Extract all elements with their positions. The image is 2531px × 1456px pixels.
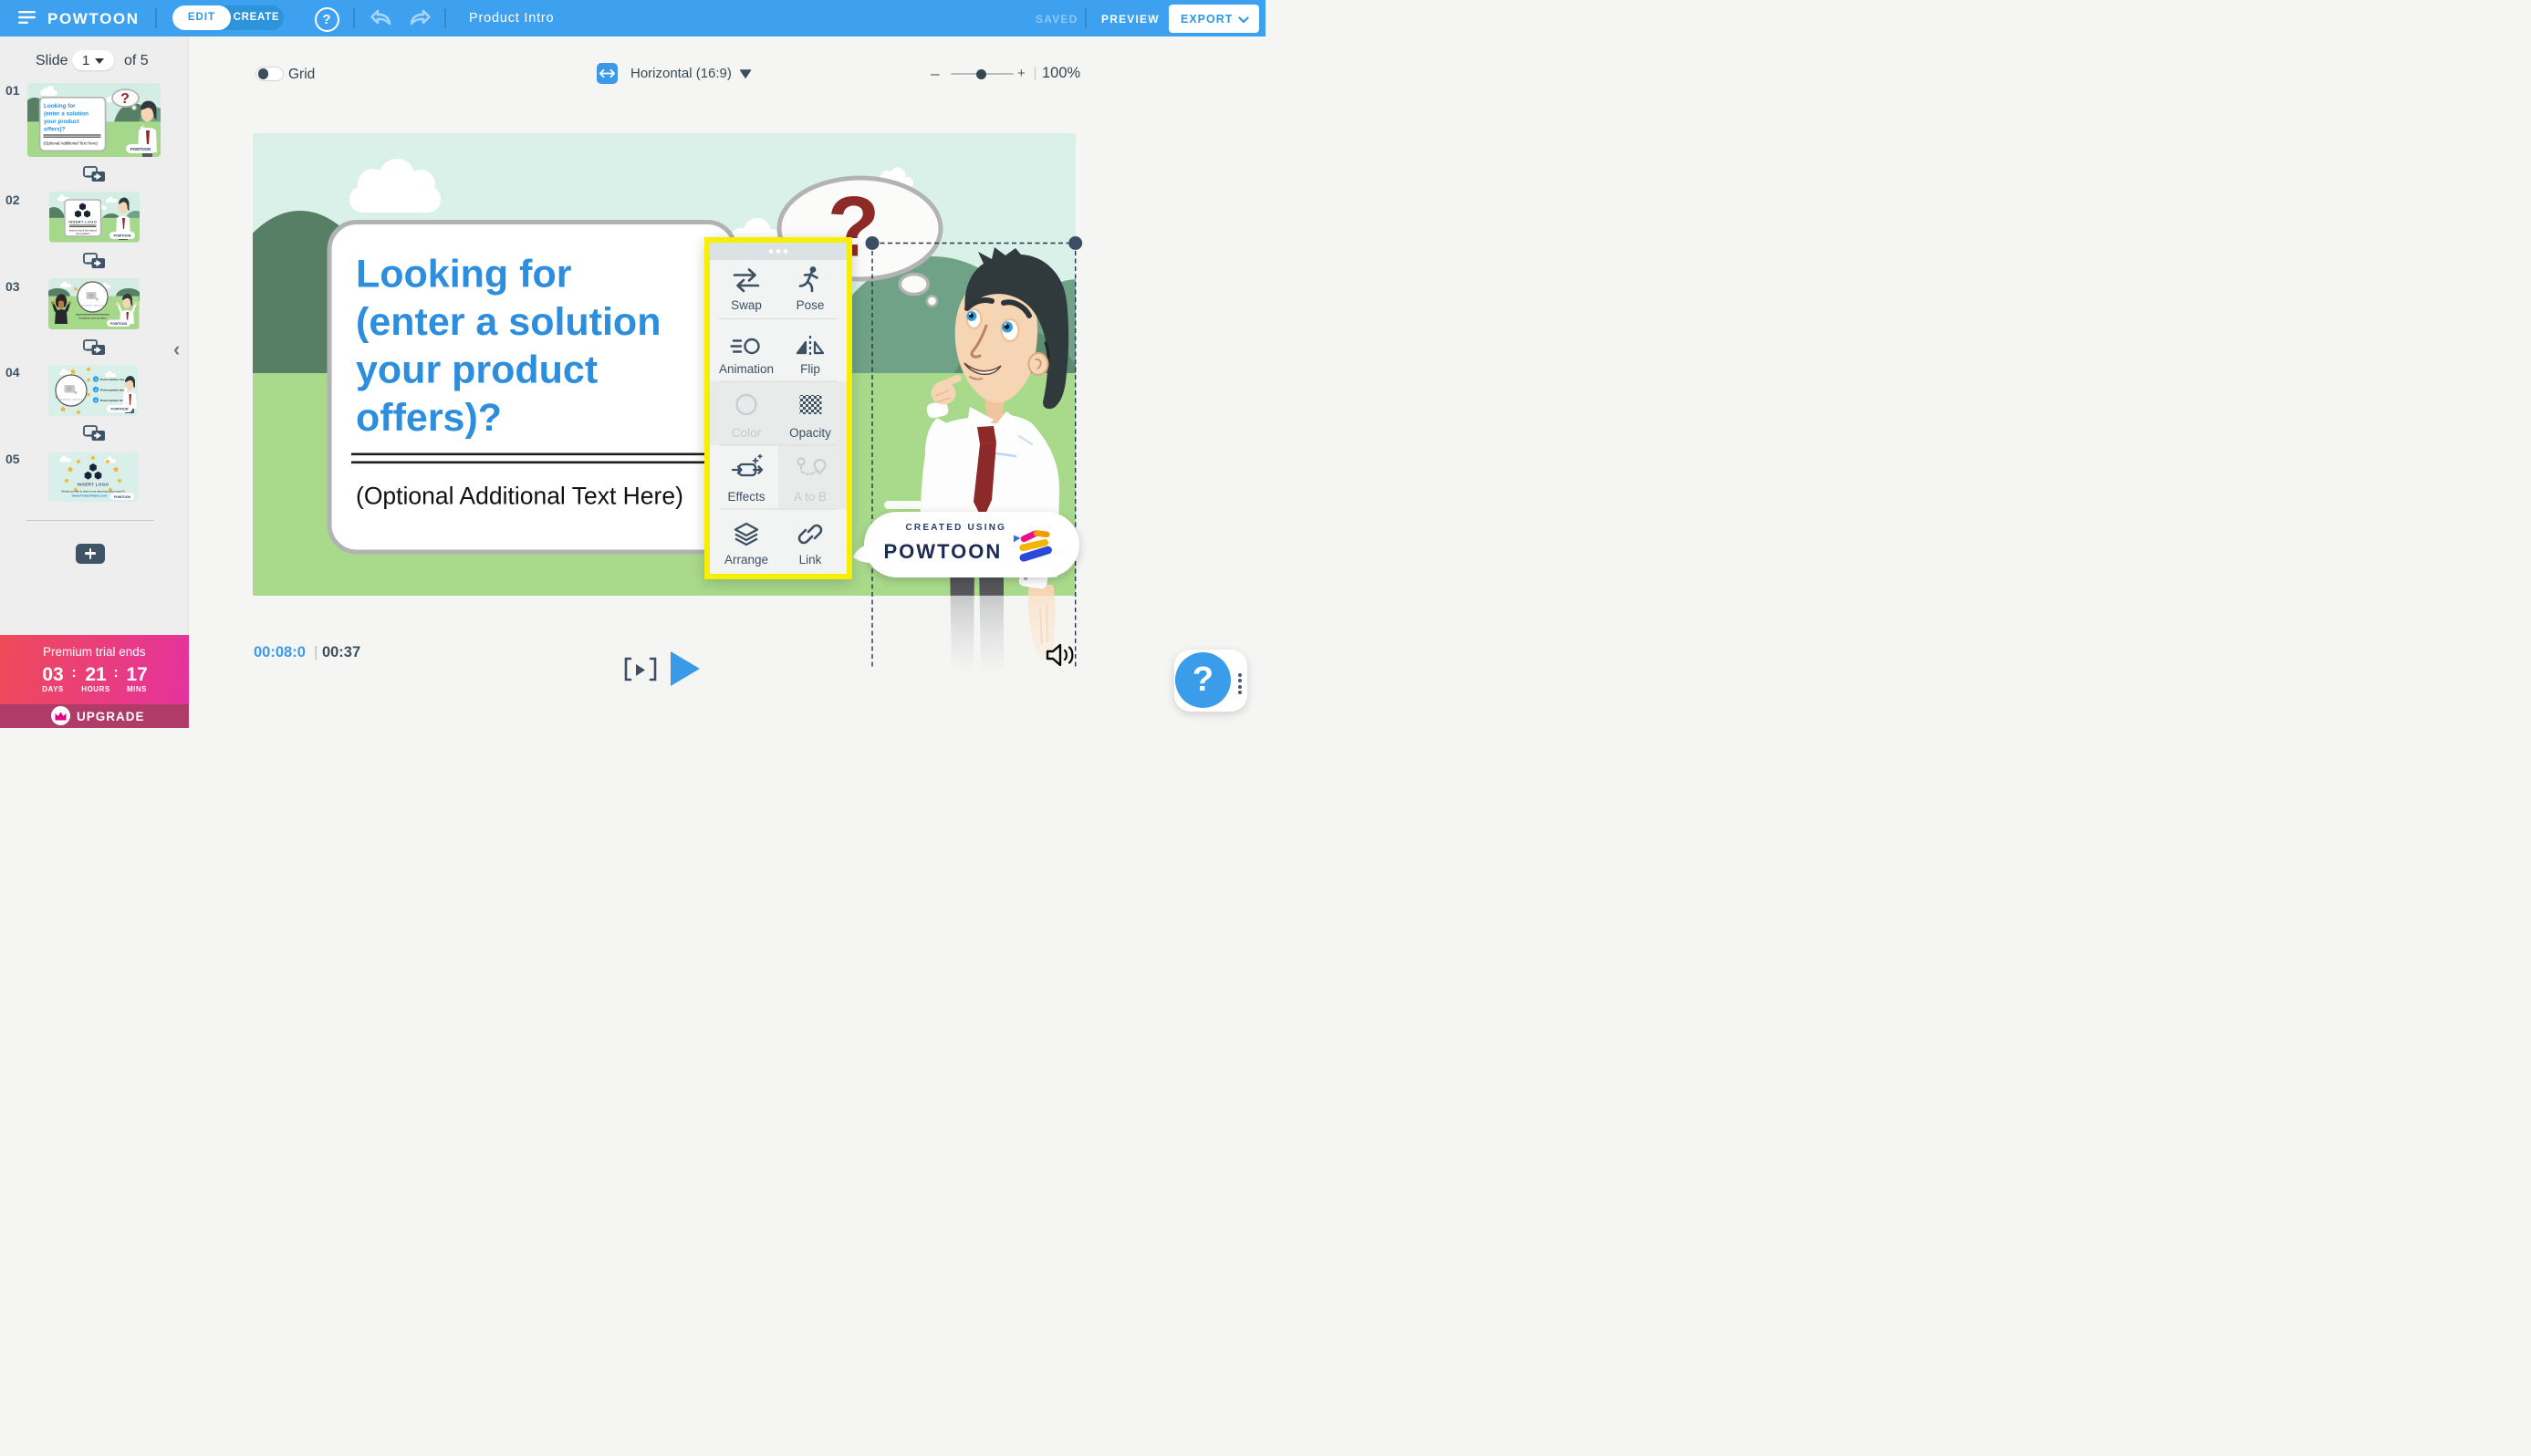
- svg-text:POWTOON: POWTOON: [110, 321, 127, 325]
- svg-text:Introduce your product: Introduce your product: [78, 316, 106, 319]
- svg-text:POWTOON: POWTOON: [111, 407, 129, 411]
- svg-text:(enter a solution: (enter a solution: [44, 110, 89, 117]
- svg-text:offers)?: offers)?: [44, 126, 66, 132]
- svg-text:INSERT IMAGE: INSERT IMAGE: [59, 398, 83, 401]
- svg-text:offers)?: offers)?: [356, 396, 502, 440]
- svg-text:POWTOON: POWTOON: [113, 234, 130, 238]
- svg-text:your product: your product: [356, 348, 598, 391]
- svg-text:(enter a solution: (enter a solution: [356, 300, 661, 344]
- svg-text:INSERT IMAGE: INSERT IMAGE: [81, 304, 104, 307]
- svg-text:POWTOON: POWTOON: [130, 147, 151, 151]
- svg-text:2: 2: [95, 388, 97, 391]
- svg-text:POWTOON: POWTOON: [114, 494, 130, 498]
- svg-text:Looking for: Looking for: [356, 252, 572, 296]
- svg-text:www.ProductName.com: www.ProductName.com: [71, 494, 108, 497]
- svg-text:INSERT LOGO: INSERT LOGO: [68, 220, 97, 224]
- svg-text:(Optional Additional Text Here: (Optional Additional Text Here): [356, 482, 683, 509]
- svg-text:3: 3: [95, 399, 97, 402]
- svg-text:your product: your product: [44, 119, 80, 125]
- svg-text:Point number three: Point number three: [100, 398, 127, 401]
- svg-text:Would you like to learn more a: Would you like to learn more about (prod…: [61, 489, 124, 493]
- svg-text:Point number two: Point number two: [100, 388, 124, 391]
- svg-text:(Optional Additional Text Here: (Optional Additional Text Here): [44, 140, 99, 145]
- svg-text:the product: the product: [76, 232, 89, 235]
- svg-text:Point number one: Point number one: [100, 377, 125, 380]
- svg-text:Looking for: Looking for: [44, 103, 76, 109]
- svg-text:?: ?: [120, 91, 130, 107]
- svg-text:1: 1: [95, 378, 97, 381]
- svg-text:INSERT LOGO: INSERT LOGO: [78, 482, 109, 486]
